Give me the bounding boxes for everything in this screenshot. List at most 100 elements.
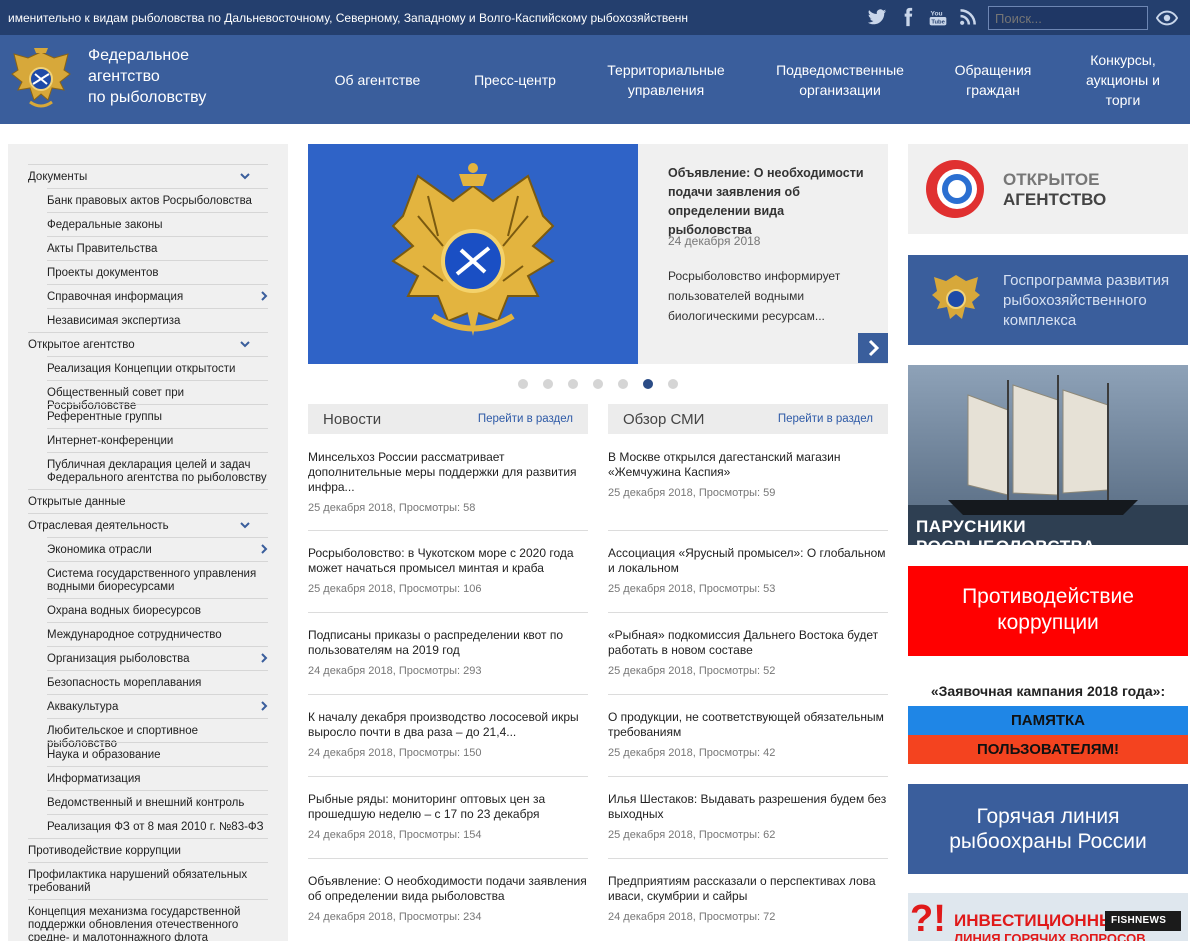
chevron-right-icon[interactable] xyxy=(259,291,269,301)
sidebar-item[interactable]: Реализация Концепции открытости xyxy=(47,356,268,376)
news-item-title[interactable]: О продукции, не соответствующей обязател… xyxy=(608,710,888,740)
sidebar-item[interactable]: Референтные группы xyxy=(47,404,268,424)
chevron-right-icon[interactable] xyxy=(259,544,269,554)
slider-dot[interactable] xyxy=(518,379,528,389)
hotline-banner[interactable]: Горячая линия рыбоохраны России xyxy=(908,784,1188,874)
chevron-down-icon[interactable] xyxy=(240,171,250,181)
accessibility-eye-icon[interactable] xyxy=(1156,9,1178,27)
news-item: В Москве открылся дагестанский магазин «… xyxy=(608,450,888,499)
sidebar-item[interactable]: Независимая экспертиза xyxy=(47,308,268,328)
news-item-title[interactable]: Росрыболовство: в Чукотском море с 2020 … xyxy=(308,546,588,576)
news-item: Росрыболовство: в Чукотском море с 2020 … xyxy=(308,546,588,595)
sidebar-item[interactable]: Банк правовых актов Росрыболовства xyxy=(47,188,268,208)
news-item-title[interactable]: В Москве открылся дагестанский магазин «… xyxy=(608,450,888,480)
news-separator xyxy=(308,858,588,859)
news-ticker[interactable]: именительно к видам рыболовства по Дальн… xyxy=(8,11,858,25)
news-item-title[interactable]: К началу декабря производство лососевой … xyxy=(308,710,588,740)
sidebar-item[interactable]: Профилактика нарушений обязательных треб… xyxy=(28,862,268,895)
sidebar-item[interactable]: Организация рыболовства xyxy=(47,646,268,666)
news-separator xyxy=(308,612,588,613)
slider-dot[interactable] xyxy=(543,379,553,389)
slider-dot[interactable] xyxy=(618,379,628,389)
news-section-link[interactable]: Перейти в раздел xyxy=(478,413,573,425)
sidebar-item[interactable]: Международное сотрудничество xyxy=(47,622,268,642)
sidebar-item[interactable]: Реализация ФЗ от 8 мая 2010 г. №83-ФЗ xyxy=(47,814,268,834)
slider-dot[interactable] xyxy=(593,379,603,389)
nav-about[interactable]: Об агентстве xyxy=(320,35,435,124)
fishnews-part-2: NEWS xyxy=(1134,915,1167,926)
sidebar-item[interactable]: Открытое агентство xyxy=(28,332,268,352)
sidebar-item[interactable]: Акты Правительства xyxy=(47,236,268,256)
sidebar-item[interactable]: Ведомственный и внешний контроль xyxy=(47,790,268,810)
open-agency-banner[interactable]: ОТКРЫТОЕ АГЕНТСТВО xyxy=(908,144,1188,234)
nav-press-center[interactable]: Пресс-центр xyxy=(460,35,570,124)
sidebar-item[interactable]: Отраслевая деятельность xyxy=(28,513,268,533)
sidebar-item[interactable]: Охрана водных биоресурсов xyxy=(47,598,268,618)
news-item-title[interactable]: Илья Шестаков: Выдавать разрешения будем… xyxy=(608,792,888,822)
slider-next-button[interactable] xyxy=(858,333,888,363)
sidebar-item[interactable]: Интернет-конференции xyxy=(47,428,268,448)
news-item-meta: 25 декабря 2018, Просмотры: 59 xyxy=(608,487,776,499)
sidebar-item[interactable]: Федеральные законы xyxy=(47,212,268,232)
nav-appeals[interactable]: Обращения граждан xyxy=(945,35,1041,124)
news-item-title[interactable]: Ассоциация «Ярусный промысел»: О глобаль… xyxy=(608,546,888,576)
news-section-title: Новости xyxy=(323,411,382,428)
news-separator xyxy=(308,694,588,695)
slide-title[interactable]: Объявление: О необходимости подачи заявл… xyxy=(668,164,868,240)
rss-icon[interactable] xyxy=(957,7,979,27)
twitter-icon[interactable] xyxy=(866,7,888,27)
users-banner[interactable]: ПОЛЬЗОВАТЕЛЯМ! xyxy=(908,735,1188,764)
featured-slider: Объявление: О необходимости подачи заявл… xyxy=(308,144,888,364)
slider-dot[interactable] xyxy=(643,379,653,389)
sidebar-item[interactable]: Безопасность мореплавания xyxy=(47,670,268,690)
sidebar-item[interactable]: Информатизация xyxy=(47,766,268,786)
search-input[interactable] xyxy=(988,6,1148,30)
sidebar-item[interactable]: Публичная декларация целей и задач Федер… xyxy=(47,452,268,485)
slider-dot[interactable] xyxy=(568,379,578,389)
news-item-title[interactable]: Предприятиям рассказали о перспективах л… xyxy=(608,874,888,904)
sailboats-banner[interactable]: ПАРУСНИКИ РОСРЫБОЛОВСТВА xyxy=(908,365,1188,545)
chevron-right-icon[interactable] xyxy=(259,653,269,663)
news-item-title[interactable]: Объявление: О необходимости подачи заявл… xyxy=(308,874,588,904)
sidebar-item[interactable]: Наука и образование xyxy=(47,742,268,762)
agency-name[interactable]: Федеральное агентство по рыболовству xyxy=(88,45,258,108)
nav-territorial[interactable]: Территориальные управления xyxy=(600,35,732,124)
site-header: Федеральное агентство по рыболовству Об … xyxy=(0,35,1190,124)
campaign-heading: «Заявочная кампания 2018 года»: xyxy=(930,683,1166,699)
news-separator xyxy=(608,612,888,613)
news-separator xyxy=(608,694,888,695)
sidebar-item[interactable]: Экономика отрасли xyxy=(47,537,268,557)
anticorruption-banner[interactable]: Противодействие коррупции xyxy=(908,566,1188,656)
sidebar-item[interactable]: Документы xyxy=(28,164,268,184)
coat-of-arms-logo[interactable] xyxy=(8,44,74,114)
news-item: Илья Шестаков: Выдавать разрешения будем… xyxy=(608,792,888,841)
news-item: О продукции, не соответствующей обязател… xyxy=(608,710,888,759)
chevron-down-icon[interactable] xyxy=(240,520,250,530)
sidebar-item[interactable]: Аквакультура xyxy=(47,694,268,714)
news-separator xyxy=(608,530,888,531)
chevron-down-icon[interactable] xyxy=(240,339,250,349)
sidebar-item[interactable]: Проекты документов xyxy=(47,260,268,280)
news-item-title[interactable]: Подписаны приказы о распределении квот п… xyxy=(308,628,588,658)
slider-dot[interactable] xyxy=(668,379,678,389)
gosprogram-banner[interactable]: Госпрограмма развития рыбохозяйственного… xyxy=(908,255,1188,345)
media-section-link[interactable]: Перейти в раздел xyxy=(778,413,873,425)
slide-image[interactable] xyxy=(308,144,638,364)
news-item-title[interactable]: Минсельхоз России рассматривает дополнит… xyxy=(308,450,588,495)
news-item-title[interactable]: Рыбные ряды: мониторинг оптовых цен за п… xyxy=(308,792,588,822)
news-item-title[interactable]: «Рыбная» подкомиссия Дальнего Востока бу… xyxy=(608,628,888,658)
facebook-icon[interactable] xyxy=(897,7,919,27)
investment-text-2: ЛИНИЯ ГОРЯЧИХ ВОПРОСОВ xyxy=(954,931,1146,941)
sidebar-item[interactable]: Система государственного управления водн… xyxy=(47,561,268,594)
open-agency-line-1: ОТКРЫТОЕ xyxy=(1003,170,1100,189)
memo-banner[interactable]: ПАМЯТКА xyxy=(908,706,1188,735)
sidebar-item[interactable]: Справочная информация xyxy=(47,284,268,304)
nav-tenders[interactable]: Конкурсы, аукционы и торги xyxy=(1075,35,1171,124)
sidebar-item[interactable]: Противодействие коррупции xyxy=(28,838,268,858)
nav-subordinate[interactable]: Подведомственные организации xyxy=(770,35,910,124)
sidebar-item[interactable]: Концепция механизма государственной подд… xyxy=(28,899,268,941)
news-item-meta: 24 декабря 2018, Просмотры: 150 xyxy=(308,747,482,759)
chevron-right-icon[interactable] xyxy=(259,701,269,711)
sidebar-item[interactable]: Открытые данные xyxy=(28,489,268,509)
youtube-icon[interactable]: You Tube xyxy=(927,7,949,27)
